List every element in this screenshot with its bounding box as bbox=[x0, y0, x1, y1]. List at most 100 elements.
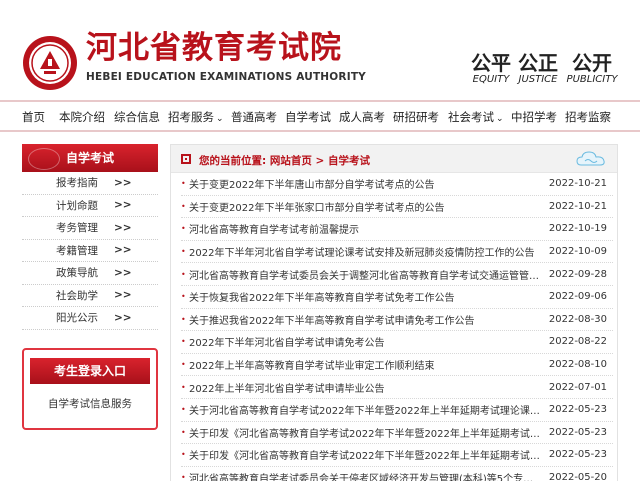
nav-item-general-info[interactable]: 综合信息 bbox=[114, 109, 160, 125]
nav-label: 中招学考 bbox=[511, 110, 557, 124]
arrow-icon: >> bbox=[114, 311, 132, 324]
news-date: 2022-08-10 bbox=[548, 359, 607, 371]
news-title[interactable]: 2022年下半年河北省自学考试申请免考公告 bbox=[189, 334, 543, 349]
news-title[interactable]: 河北省高等教育自学考试考前温馨提示 bbox=[189, 221, 543, 236]
list-item[interactable]: • 关于推迟我省2022年下半年高等教育自学考试申请免考工作公告 2022-08-3… bbox=[181, 309, 613, 332]
list-item[interactable]: • 2022年下半年河北省自学考试申请免考公告 2022-08-22 bbox=[181, 331, 613, 354]
breadcrumb-home-link[interactable]: 网站首页 bbox=[270, 155, 312, 167]
sidebar-item-label: 计划命题 bbox=[56, 199, 98, 212]
sidebar-item-label: 考务管理 bbox=[56, 222, 98, 235]
sidebar-item-label: 社会助学 bbox=[56, 289, 98, 302]
nav-item-home[interactable]: 首页 bbox=[22, 109, 45, 125]
news-date: 2022-05-20 bbox=[548, 472, 607, 481]
news-date: 2022-10-21 bbox=[548, 178, 607, 190]
nav-item-gaokao[interactable]: 普通高考 bbox=[231, 109, 277, 125]
main-content: 您的当前位置: 网站首页 > 自学考试 • 关于变更2022年下半年唐山市部分自学… bbox=[170, 144, 618, 481]
list-item[interactable]: • 关于河北省高等教育自学考试2022年下半年暨2022年上半年延期考试理论课报考… bbox=[181, 399, 613, 422]
nav-item-zhongkao[interactable]: 中招学考 bbox=[511, 109, 557, 125]
motto-en: EQUITY bbox=[472, 74, 510, 85]
bullet-icon: • bbox=[181, 247, 186, 257]
nav-item-admission-service[interactable]: 招考服务 ⌄ bbox=[168, 109, 224, 125]
arrow-icon: >> bbox=[114, 176, 132, 189]
sidebar-item-social-aid[interactable]: 社会助学 >> bbox=[22, 285, 158, 307]
breadcrumb-separator: > bbox=[315, 155, 325, 167]
news-title[interactable]: 关于恢复我省2022年下半年高等教育自学考试免考工作公告 bbox=[189, 289, 543, 304]
nav-item-supervision[interactable]: 招考监察 bbox=[565, 109, 611, 125]
motto-zh: 公平 bbox=[471, 51, 511, 75]
motto-en: JUSTICE bbox=[518, 74, 558, 85]
list-item[interactable]: • 关于印发《河北省高等教育自学考试2022年下半年暨2022年上半年延期考试教材… bbox=[181, 422, 613, 445]
bullet-icon: • bbox=[181, 450, 186, 460]
list-item[interactable]: • 河北省高等教育自学考试考前温馨提示 2022-10-19 bbox=[181, 218, 613, 241]
news-date: 2022-09-28 bbox=[548, 268, 607, 280]
chevron-down-icon: ⌄ bbox=[216, 114, 224, 124]
list-item[interactable]: • 河北省高等教育自学考试委员会关于调整河北省高等教育自学考试交通运管管理等专科.… bbox=[181, 263, 613, 286]
sidebar-item-label: 考籍管理 bbox=[56, 244, 98, 257]
news-title[interactable]: 关于印发《河北省高等教育自学考试2022年下半年暨2022年上半年延期考试教材目… bbox=[189, 425, 543, 440]
nav-item-adult-exam[interactable]: 成人高考 bbox=[339, 109, 385, 125]
list-item[interactable]: • 河北省高等教育自学考试委员会关于停考区域经济开发与管理(本科)等5个专业的通知… bbox=[181, 467, 613, 481]
self-study-info-link[interactable]: 自学考试信息服务 bbox=[24, 396, 156, 411]
bullet-icon: • bbox=[181, 382, 186, 392]
nav-item-graduate[interactable]: 研招研考 bbox=[393, 109, 439, 125]
nav-label: 研招研考 bbox=[393, 110, 439, 124]
motto-justice: 公正 JUSTICE bbox=[516, 52, 560, 86]
main-nav: 首页 本院介绍 综合信息 招考服务 ⌄ 普通高考 自学考试 成人高考 研招研考 社… bbox=[0, 100, 640, 132]
motto-en: PUBLICITY bbox=[566, 74, 618, 85]
sidebar-item-records[interactable]: 考籍管理 >> bbox=[22, 240, 158, 262]
arrow-icon: >> bbox=[114, 244, 132, 257]
breadcrumb-current[interactable]: 自学考试 bbox=[328, 155, 370, 167]
motto-zh: 公开 bbox=[572, 51, 612, 75]
bullet-icon: • bbox=[181, 405, 186, 415]
list-item[interactable]: • 关于变更2022年下半年唐山市部分自学考试考点的公告 2022-10-21 bbox=[181, 173, 613, 196]
list-item[interactable]: • 2022年上半年高等教育自学考试毕业审定工作顺利结束 2022-08-10 bbox=[181, 354, 613, 377]
login-entry-button[interactable]: 考生登录入口 bbox=[30, 358, 150, 384]
sidebar-item-guide[interactable]: 报考指南 >> bbox=[22, 172, 158, 195]
sidebar: 自学考试 报考指南 >> 计划命题 >> 考务管理 >> 考籍管理 >> 政策导航 >> … bbox=[22, 144, 158, 330]
news-list: • 关于变更2022年下半年唐山市部分自学考试考点的公告 2022-10-21 • 关于… bbox=[171, 173, 617, 481]
list-item[interactable]: • 关于恢复我省2022年下半年高等教育自学考试免考工作公告 2022-09-06 bbox=[181, 286, 613, 309]
site-header: 河北省教育考试院 HEBEI EDUCATION EXAMINATIONS AU… bbox=[0, 0, 640, 100]
news-title[interactable]: 河北省高等教育自学考试委员会关于停考区域经济开发与管理(本科)等5个专业的通知 bbox=[189, 470, 543, 481]
list-item[interactable]: • 关于变更2022年下半年张家口市部分自学考试考点的公告 2022-10-21 bbox=[181, 196, 613, 219]
sidebar-item-public-notice[interactable]: 阳光公示 >> bbox=[22, 307, 158, 330]
nav-label: 首页 bbox=[22, 110, 45, 124]
bullet-icon: • bbox=[181, 201, 186, 211]
news-title[interactable]: 关于印发《河北省高等教育自学考试2022年下半年暨2022年上半年延期考试报考简… bbox=[189, 447, 543, 462]
sidebar-item-label: 报考指南 bbox=[56, 177, 98, 190]
bullet-icon: • bbox=[181, 292, 186, 302]
bullet-icon: • bbox=[181, 269, 186, 279]
list-item[interactable]: • 2022年上半年河北省自学考试申请毕业公告 2022-07-01 bbox=[181, 376, 613, 399]
nav-item-social-exam[interactable]: 社会考试 ⌄ bbox=[448, 109, 504, 125]
news-title[interactable]: 2022年上半年河北省自学考试申请毕业公告 bbox=[189, 380, 543, 395]
news-title[interactable]: 关于河北省高等教育自学考试2022年下半年暨2022年上半年延期考试理论课报考的… bbox=[189, 402, 543, 417]
bullet-icon: • bbox=[181, 337, 186, 347]
breadcrumb: 您的当前位置: 网站首页 > 自学考试 bbox=[171, 145, 617, 173]
bullet-icon: • bbox=[181, 179, 186, 189]
breadcrumb-prefix: 您的当前位置: bbox=[199, 155, 267, 167]
nav-item-about[interactable]: 本院介绍 bbox=[59, 109, 105, 125]
news-title[interactable]: 2022年上半年高等教育自学考试毕业审定工作顺利结束 bbox=[189, 357, 543, 372]
list-item[interactable]: • 2022年下半年河北省自学考试理论课考试安排及新冠肺炎疫情防控工作的公告 202… bbox=[181, 241, 613, 264]
news-date: 2022-10-21 bbox=[548, 200, 607, 212]
bullet-icon: • bbox=[181, 360, 186, 370]
news-title[interactable]: 关于推迟我省2022年下半年高等教育自学考试申请免考工作公告 bbox=[189, 312, 543, 327]
sidebar-item-plan[interactable]: 计划命题 >> bbox=[22, 195, 158, 217]
news-date: 2022-10-09 bbox=[548, 246, 607, 258]
site-subtitle: HEBEI EDUCATION EXAMINATIONS AUTHORITY bbox=[86, 71, 366, 83]
logo-emblem-icon[interactable] bbox=[22, 35, 78, 91]
list-item[interactable]: • 关于印发《河北省高等教育自学考试2022年下半年暨2022年上半年延期考试报考… bbox=[181, 444, 613, 467]
nav-label: 社会考试 bbox=[448, 110, 494, 124]
news-title[interactable]: 关于变更2022年下半年张家口市部分自学考试考点的公告 bbox=[189, 199, 543, 214]
cloud-icon bbox=[576, 151, 605, 166]
news-title[interactable]: 关于变更2022年下半年唐山市部分自学考试考点的公告 bbox=[189, 176, 543, 191]
nav-item-self-study[interactable]: 自学考试 bbox=[285, 109, 331, 125]
news-title[interactable]: 河北省高等教育自学考试委员会关于调整河北省高等教育自学考试交通运管管理等专科..… bbox=[189, 267, 543, 282]
location-icon bbox=[181, 154, 191, 164]
motto-equity: 公平 EQUITY bbox=[470, 52, 512, 86]
news-date: 2022-05-23 bbox=[548, 426, 607, 438]
sidebar-item-policy[interactable]: 政策导航 >> bbox=[22, 262, 158, 285]
news-title[interactable]: 2022年下半年河北省自学考试理论课考试安排及新冠肺炎疫情防控工作的公告 bbox=[189, 244, 543, 259]
sidebar-item-exam-affairs[interactable]: 考务管理 >> bbox=[22, 217, 158, 240]
sidebar-heading: 自学考试 bbox=[22, 144, 158, 172]
